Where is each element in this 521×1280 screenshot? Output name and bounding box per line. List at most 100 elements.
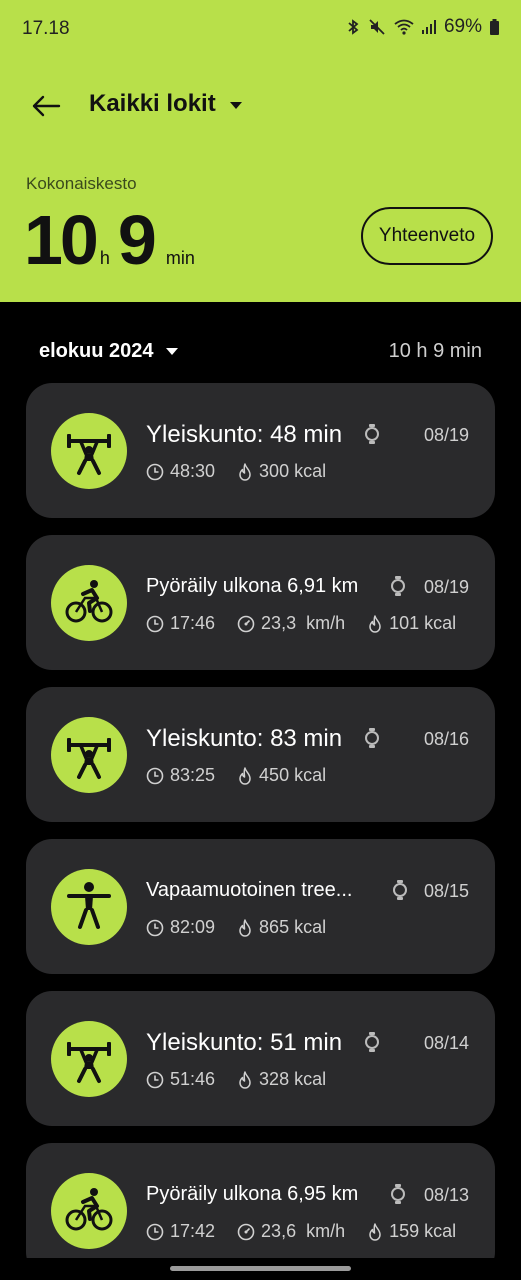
duration-stat: 17:42 bbox=[146, 1221, 215, 1242]
workout-title: Vapaamuotoinen tree... bbox=[146, 879, 353, 901]
bluetooth-icon bbox=[346, 18, 360, 36]
log-filter-dropdown[interactable]: Kaikki lokit bbox=[89, 90, 242, 118]
duration-stat: 17:46 bbox=[146, 613, 215, 634]
workout-title: Pyöräily ulkona 6,91 km bbox=[146, 575, 359, 597]
battery-percent: 69% bbox=[443, 16, 482, 37]
calories-value: 450 kcal bbox=[259, 765, 327, 785]
workout-type-icon bbox=[51, 717, 127, 793]
workout-title: Yleiskunto: 48 min bbox=[146, 421, 343, 448]
workout-title: Yleiskunto: 51 min bbox=[146, 1029, 343, 1056]
duration-value: 48:30 bbox=[170, 461, 216, 481]
total-hours: 10 bbox=[24, 201, 99, 279]
speedometer-icon bbox=[237, 1223, 255, 1241]
clock-icon bbox=[146, 615, 164, 633]
watch-icon bbox=[390, 1183, 406, 1205]
page-title: Kaikki lokit bbox=[89, 90, 216, 117]
speed-value: 23,6 km/h bbox=[261, 1221, 346, 1241]
duration-stat: 48:30 bbox=[146, 461, 215, 482]
calories-value: 300 kcal bbox=[259, 461, 327, 481]
flame-icon bbox=[237, 766, 253, 785]
calories-value: 328 kcal bbox=[259, 1069, 327, 1089]
wifi-icon bbox=[394, 19, 414, 35]
hours-unit: h bbox=[99, 248, 110, 268]
minutes-unit: min bbox=[165, 248, 195, 268]
watch-icon bbox=[364, 727, 380, 749]
workout-date: 08/19 bbox=[423, 425, 469, 445]
workout-stats: 82:09 865 kcal bbox=[146, 917, 348, 938]
clock-icon bbox=[146, 767, 164, 785]
watch-icon bbox=[364, 423, 380, 445]
weightlifting-icon bbox=[61, 1029, 117, 1090]
month-label: elokuu 2024 bbox=[39, 340, 154, 362]
mute-icon bbox=[368, 18, 386, 36]
workout-card[interactable]: Pyöräily ulkona 6,91 km 08/19 17:46 23,3 km… bbox=[26, 535, 495, 670]
workout-date: 08/19 bbox=[423, 577, 469, 597]
speed-stat: 23,3 km/h bbox=[237, 613, 345, 634]
calories-value: 159 kcal bbox=[389, 1221, 457, 1241]
workout-type-icon bbox=[51, 1021, 127, 1097]
clock-icon bbox=[146, 463, 164, 481]
workout-stats: 83:25 450 kcal bbox=[146, 765, 348, 786]
clock-icon bbox=[146, 919, 164, 937]
calories-stat: 300 kcal bbox=[237, 461, 326, 482]
duration-value: 17:46 bbox=[170, 613, 216, 633]
workout-date: 08/15 bbox=[423, 881, 469, 901]
flame-icon bbox=[237, 918, 253, 937]
calories-value: 101 kcal bbox=[389, 613, 457, 633]
duration-stat: 82:09 bbox=[146, 917, 215, 938]
cycling-icon bbox=[61, 573, 117, 634]
workout-type-icon bbox=[51, 413, 127, 489]
workout-type-icon bbox=[51, 869, 127, 945]
status-icons: 69% bbox=[346, 16, 499, 38]
summary-header: 17.18 69% Kaikki lokit Kokonaiskesto 10 … bbox=[0, 0, 521, 302]
weightlifting-icon bbox=[61, 421, 117, 482]
workout-title: Yleiskunto: 83 min bbox=[146, 725, 343, 752]
total-minutes: 9 bbox=[117, 201, 157, 279]
signal-icon bbox=[421, 19, 436, 35]
workout-date: 08/14 bbox=[423, 1033, 469, 1053]
home-gesture-handle[interactable] bbox=[170, 1266, 351, 1271]
status-bar: 17.18 69% bbox=[0, 0, 521, 58]
summary-button[interactable]: Yhteenveto bbox=[361, 207, 493, 265]
speed-value: 23,3 km/h bbox=[261, 613, 346, 633]
back-button[interactable] bbox=[26, 86, 66, 126]
month-selector[interactable]: elokuu 2024 bbox=[39, 340, 178, 363]
workout-stats: 48:30 300 kcal bbox=[146, 461, 348, 482]
clock-icon bbox=[146, 1071, 164, 1089]
workout-date: 08/16 bbox=[423, 729, 469, 749]
workout-card[interactable]: Yleiskunto: 83 min 08/16 83:25 450 kcal bbox=[26, 687, 495, 822]
duration-value: 83:25 bbox=[170, 765, 216, 785]
workout-type-icon bbox=[51, 1173, 127, 1249]
weightlifting-icon bbox=[61, 725, 117, 786]
workout-date: 08/13 bbox=[423, 1185, 469, 1205]
month-total-duration: 10 h 9 min bbox=[388, 340, 482, 362]
calories-stat: 450 kcal bbox=[237, 765, 326, 786]
duration-value: 51:46 bbox=[170, 1069, 216, 1089]
clock-icon bbox=[146, 1223, 164, 1241]
workout-stats: 51:46 328 kcal bbox=[146, 1069, 348, 1090]
calories-value: 865 kcal bbox=[259, 917, 327, 937]
speed-stat: 23,6 km/h bbox=[237, 1221, 345, 1242]
workout-stats: 17:46 23,3 km/h 101 kcal bbox=[146, 613, 478, 634]
calories-stat: 101 kcal bbox=[367, 613, 456, 634]
workout-card[interactable]: Yleiskunto: 51 min 08/14 51:46 328 kcal bbox=[26, 991, 495, 1126]
workout-type-icon bbox=[51, 565, 127, 641]
dropdown-arrow-icon bbox=[165, 348, 178, 355]
person-icon bbox=[61, 877, 117, 938]
cycling-icon bbox=[61, 1181, 117, 1242]
duration-stat: 51:46 bbox=[146, 1069, 215, 1090]
watch-icon bbox=[390, 575, 406, 597]
dropdown-arrow-icon bbox=[229, 101, 242, 109]
workout-card[interactable]: Yleiskunto: 48 min 08/19 48:30 300 kcal bbox=[26, 383, 495, 518]
battery-icon bbox=[490, 19, 499, 35]
watch-icon bbox=[364, 1031, 380, 1053]
duration-stat: 83:25 bbox=[146, 765, 215, 786]
nav-row: Kaikki lokit bbox=[0, 82, 521, 128]
watch-icon bbox=[392, 879, 408, 901]
calories-stat: 159 kcal bbox=[367, 1221, 456, 1242]
flame-icon bbox=[367, 614, 383, 633]
workout-card[interactable]: Vapaamuotoinen tree... 08/15 82:09 865 kcal bbox=[26, 839, 495, 974]
workout-title: Pyöräily ulkona 6,95 km bbox=[146, 1183, 359, 1205]
calories-stat: 865 kcal bbox=[237, 917, 326, 938]
workout-stats: 17:42 23,6 km/h 159 kcal bbox=[146, 1221, 478, 1242]
